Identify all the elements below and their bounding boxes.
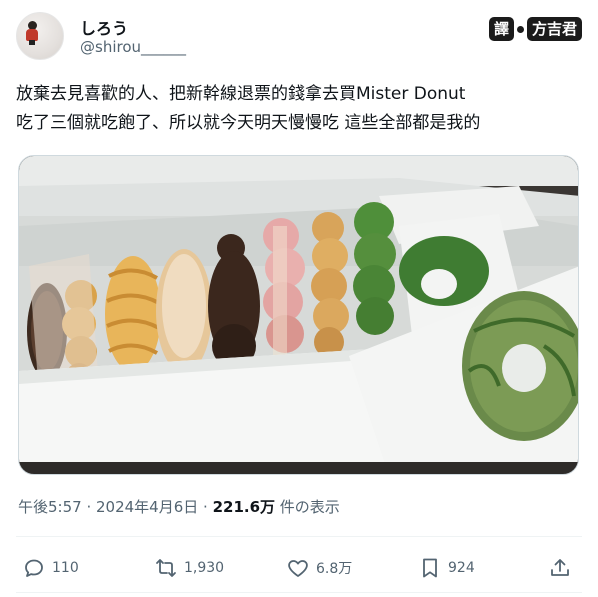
share-icon <box>551 559 569 576</box>
like-count: 6.8万 <box>316 561 353 577</box>
reply-icon <box>25 559 43 577</box>
reply-button[interactable]: 110 <box>22 552 79 584</box>
donut-box-photo <box>19 156 578 474</box>
bookmark-icon <box>423 558 437 578</box>
tweet-header: しろう @shirou______ 譯 方吉君 <box>16 12 582 62</box>
divider <box>16 592 582 593</box>
author-handle[interactable]: @shirou______ <box>80 38 186 56</box>
watermark-right: 方吉君 <box>526 17 582 41</box>
tweet-photo[interactable] <box>18 155 579 475</box>
action-bar: 110 1,930 6.8万 924 <box>16 552 582 584</box>
like-icon <box>288 560 308 577</box>
avatar[interactable] <box>16 12 64 60</box>
post-time[interactable]: 午後5:57 <box>18 498 82 516</box>
donut-twist <box>105 256 161 372</box>
like-button[interactable]: 6.8万 <box>286 552 352 584</box>
watermark-left: 譯 <box>488 17 514 41</box>
tweet-meta: 午後5:57 · 2024年4月6日 · 221.6万 件の表示 <box>18 496 340 517</box>
repost-icon <box>156 559 176 577</box>
post-date[interactable]: 2024年4月6日 <box>96 498 198 516</box>
meta-separator: · <box>198 498 213 516</box>
watermark: 譯 方吉君 <box>488 16 582 42</box>
bookmark-button[interactable]: 924 <box>418 552 475 584</box>
reply-count: 110 <box>52 560 79 576</box>
tweet-text: 放棄去見喜歡的人、把新幹線退票的錢拿去買Mister Donut 吃了三個就吃飽… <box>16 80 582 138</box>
repost-count: 1,930 <box>184 560 225 576</box>
views-label: 件の表示 <box>275 498 340 516</box>
author-name[interactable]: しろう <box>80 15 128 39</box>
donut-matcha-ring-small <box>399 236 489 306</box>
watermark-dot <box>516 25 524 33</box>
bookmark-count: 924 <box>448 560 475 576</box>
avatar-figure <box>26 21 38 45</box>
tweet-line-1: 放棄去見喜歡的人、把新幹線退票的錢拿去買Mister Donut <box>16 84 466 104</box>
donut-sugar-raised <box>156 249 212 373</box>
share-button[interactable] <box>548 552 578 584</box>
meta-separator: · <box>81 498 96 516</box>
divider <box>16 536 582 537</box>
repost-button[interactable]: 1,930 <box>154 552 224 584</box>
tweet-line-2: 吃了三個就吃飽了、所以就今天明天慢慢吃 這些全部都是我的 <box>16 113 481 133</box>
views-count: 221.6万 <box>212 498 276 516</box>
